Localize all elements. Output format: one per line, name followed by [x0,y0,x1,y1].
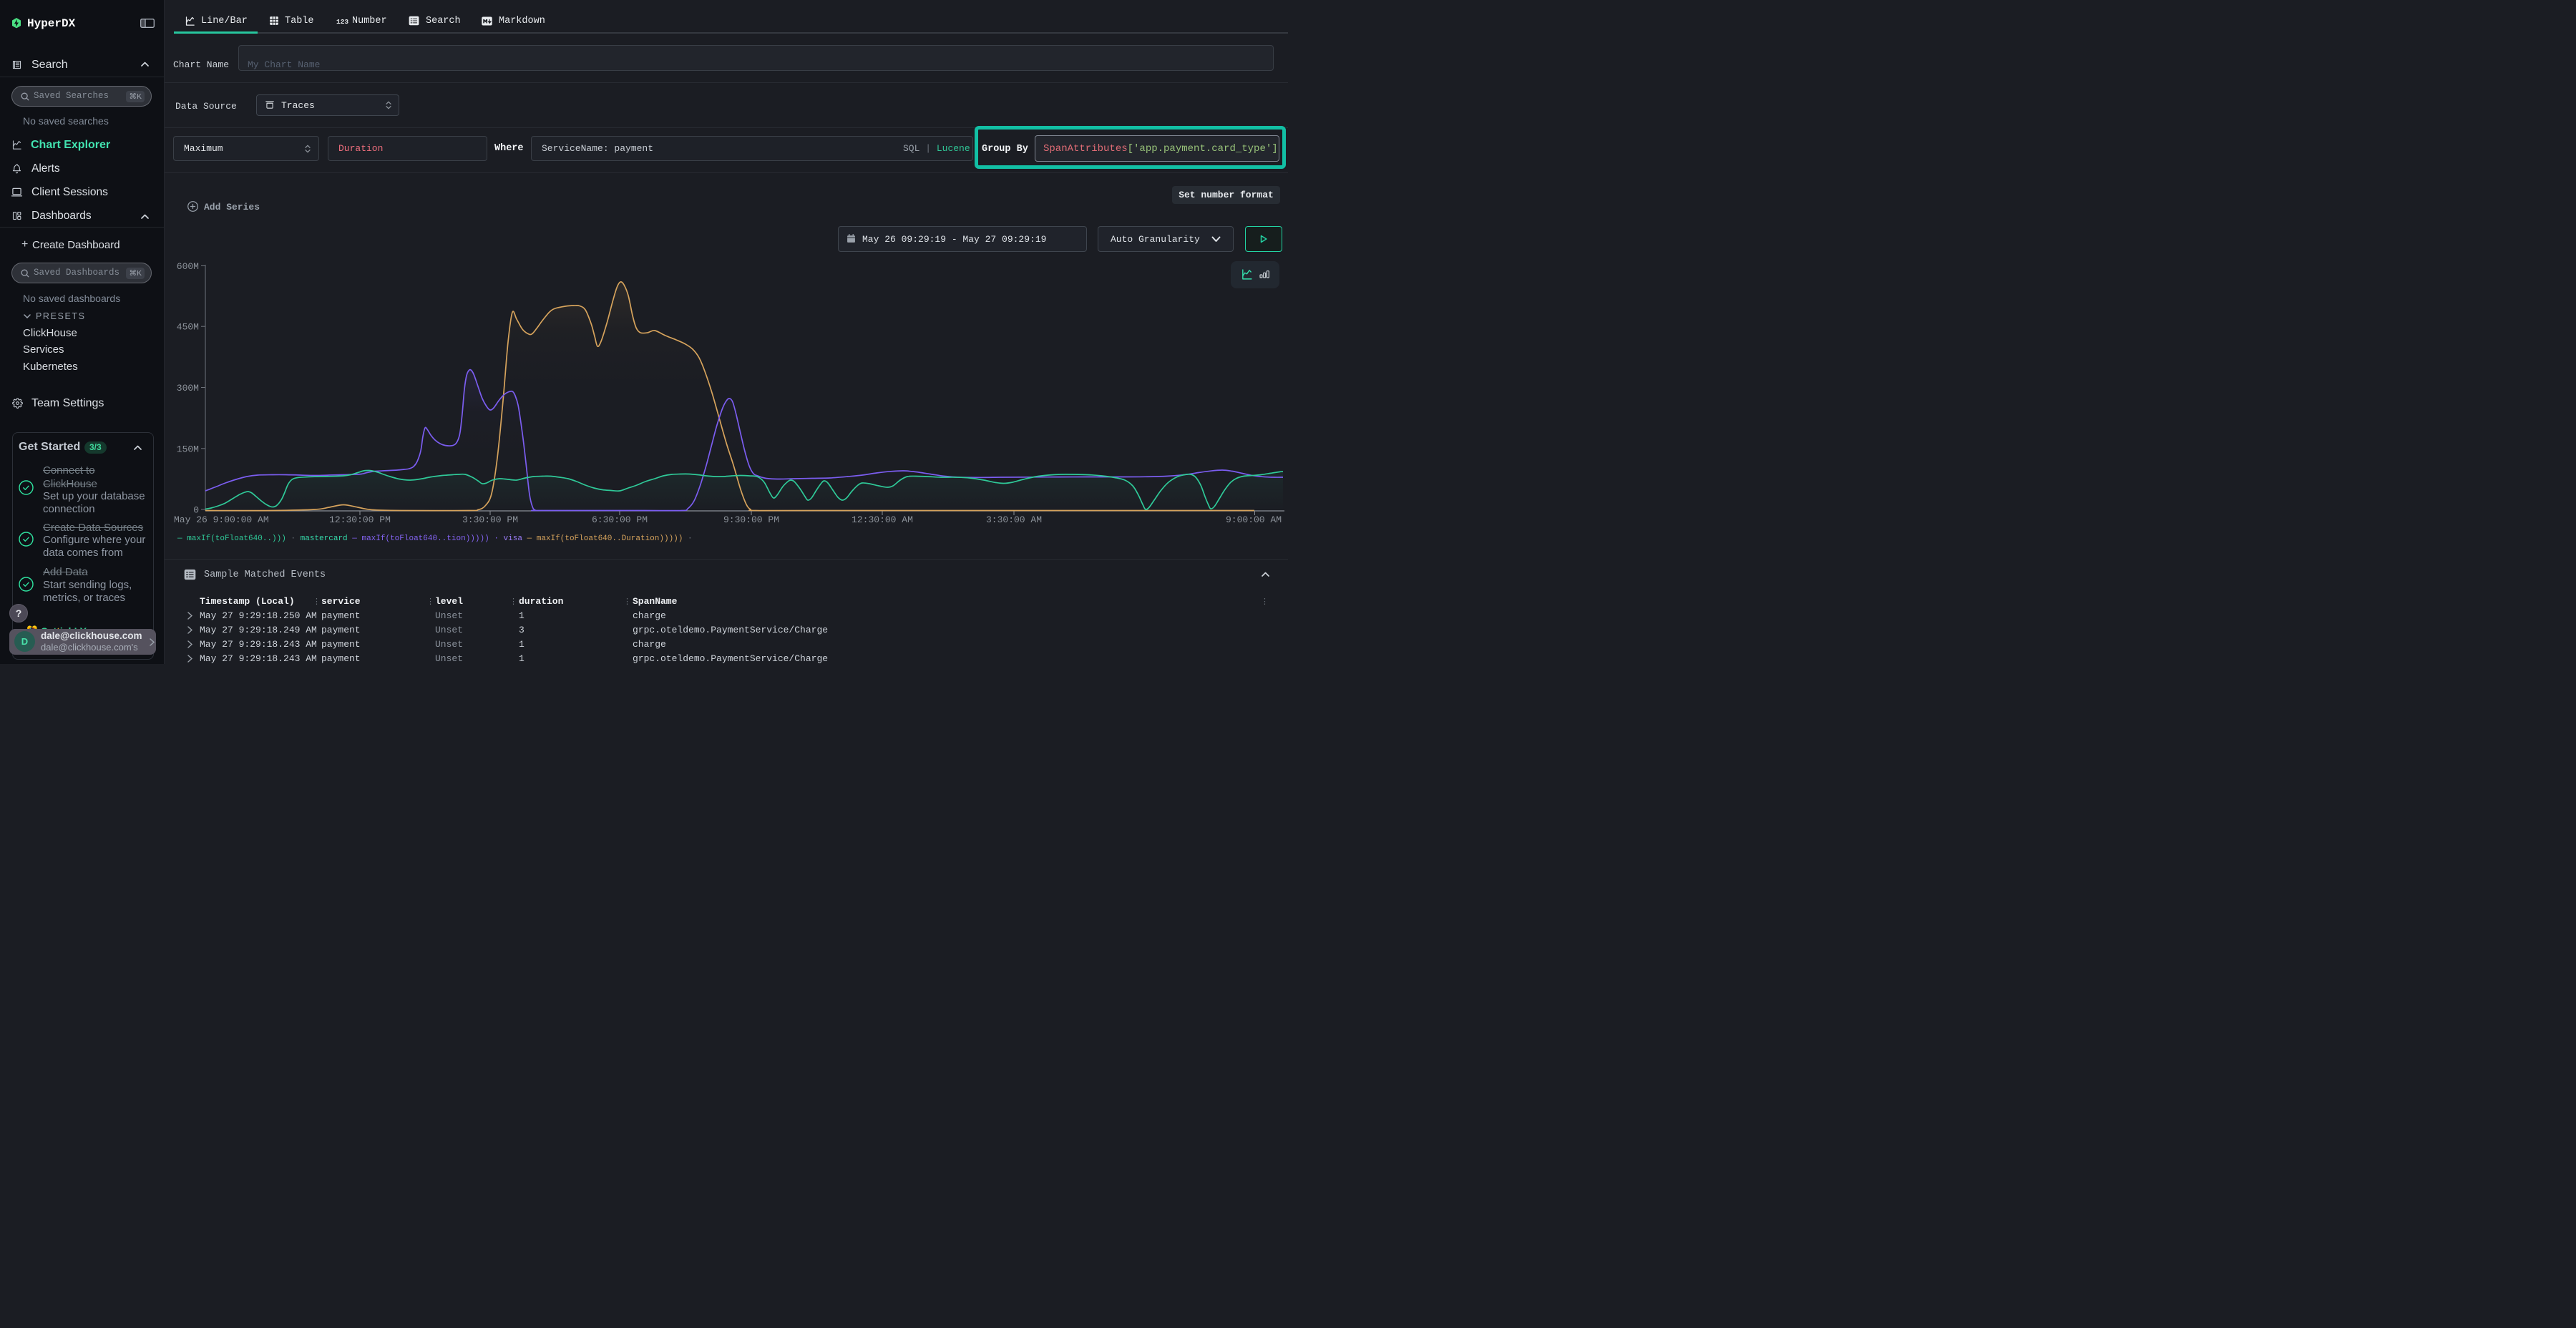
svg-text:12:30:00 AM: 12:30:00 AM [852,514,913,525]
svg-text:3:30:00 AM: 3:30:00 AM [986,514,1042,525]
svg-text:9:00:00 AM: 9:00:00 AM [1226,514,1282,525]
svg-text:12:30:00 PM: 12:30:00 PM [329,514,391,525]
svg-text:6:30:00 PM: 6:30:00 PM [592,514,648,525]
svg-text:450M: 450M [177,322,199,333]
svg-text:600M: 600M [177,261,199,272]
svg-text:150M: 150M [177,444,199,454]
svg-text:May 26 9:00:00 AM: May 26 9:00:00 AM [174,514,269,525]
svg-text:9:30:00 PM: 9:30:00 PM [723,514,779,525]
svg-text:300M: 300M [177,383,199,394]
svg-text:3:30:00 PM: 3:30:00 PM [462,514,518,525]
